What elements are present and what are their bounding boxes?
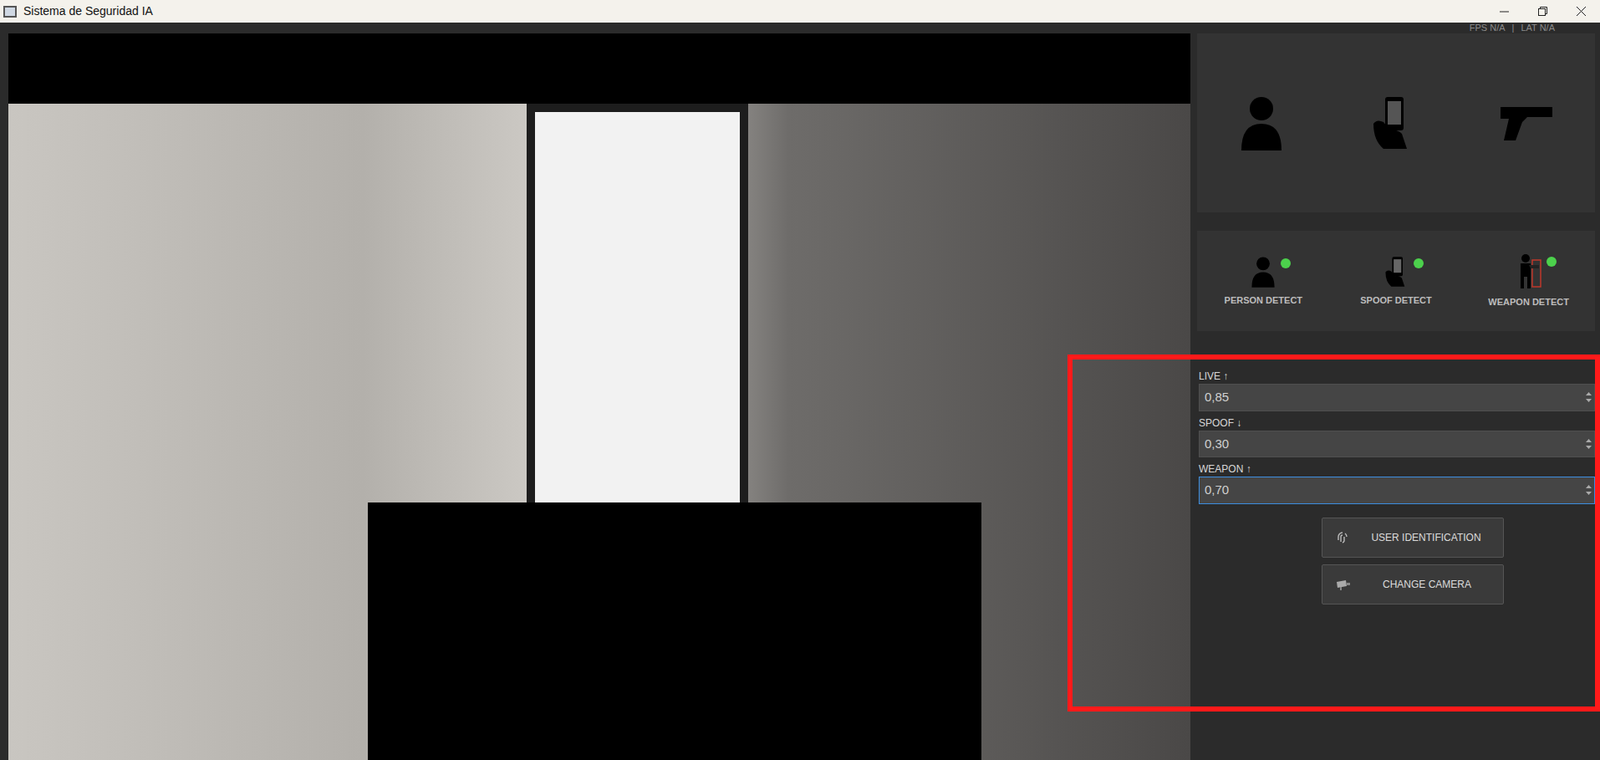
detector-label: WEAPON DETECT [1487, 295, 1570, 310]
status-dot [1280, 258, 1291, 269]
down-arrow-icon[interactable] [1585, 398, 1592, 403]
down-arrow-icon[interactable] [1585, 491, 1592, 495]
button-label: USER IDENTIFICATION [1362, 529, 1490, 546]
spoof-detect-icon [1380, 254, 1412, 289]
spin-arrows[interactable] [1582, 384, 1595, 411]
detector-indicator: SPOOF DETECT [1333, 254, 1459, 308]
threshold-label: SPOOF ↓ [1198, 416, 1595, 431]
separator-text: | [1512, 22, 1515, 34]
camera-icon [1335, 578, 1351, 591]
threshold-value[interactable]: 0,85 [1199, 384, 1583, 411]
status-dot [1413, 258, 1424, 269]
up-arrow-icon[interactable] [1585, 392, 1592, 396]
detector-label: SPOOF DETECT [1360, 293, 1432, 308]
status-dot [1546, 256, 1557, 267]
detector-label: PERSON DETECT [1224, 293, 1304, 308]
minimize-icon[interactable] [1484, 0, 1524, 23]
spin-arrows[interactable] [1582, 477, 1595, 504]
person-detect-icon [1248, 254, 1278, 289]
close-icon[interactable] [1561, 0, 1600, 23]
restore-icon[interactable] [1523, 0, 1562, 23]
identify-icon [1335, 530, 1350, 545]
down-arrow-icon[interactable] [1585, 445, 1592, 449]
button-label: CHANGE CAMERA [1364, 576, 1490, 592]
window-title: Sistema de Seguridad IA [23, 2, 153, 21]
latency-text: LAT N/A [1520, 22, 1555, 34]
highlight-frame [1067, 354, 1600, 712]
threshold-label: LIVE ↑ [1198, 369, 1595, 384]
up-arrow-icon[interactable] [1585, 484, 1592, 489]
threshold-settings: LIVE ↑0,85 SPOOF ↓0,30 WEAPON ↑0,70 [1197, 331, 1595, 505]
threshold-spinbox[interactable]: 0,30 [1198, 430, 1595, 459]
threshold-label: WEAPON ↑ [1198, 462, 1595, 477]
weapon-detect-icon [1513, 253, 1544, 291]
threshold-value[interactable]: 0,70 [1199, 477, 1583, 504]
camera-icon [1335, 578, 1351, 591]
app-icon [3, 5, 17, 18]
detector-indicator: WEAPON DETECT [1466, 253, 1592, 310]
camera-button[interactable]: CHANGE CAMERA [1321, 564, 1504, 605]
pistol-icon [1497, 101, 1556, 144]
spin-arrows[interactable] [1582, 431, 1595, 458]
model-icons [1197, 33, 1595, 213]
fps-text: FPS N/A [1469, 22, 1506, 34]
phone-hand-icon [1365, 93, 1419, 153]
threshold-spinbox[interactable]: 0,85 [1198, 383, 1595, 412]
threshold-value[interactable]: 0,30 [1199, 431, 1583, 458]
detector-status: PERSON DETECT SPOOF DETECT WEAPON DETECT [1197, 230, 1595, 332]
title-bar: Sistema de Seguridad IA [0, 0, 1600, 23]
up-arrow-icon[interactable] [1585, 438, 1592, 443]
identify-button[interactable]: USER IDENTIFICATION [1321, 517, 1504, 558]
detector-indicator: PERSON DETECT [1200, 254, 1326, 308]
camera-feed [8, 33, 1191, 760]
status-line: FPS N/A | LAT N/A [1197, 22, 1595, 34]
fingerprint-icon [1335, 530, 1350, 545]
threshold-spinbox[interactable]: 0,70 [1198, 476, 1595, 505]
person-icon [1236, 93, 1287, 153]
